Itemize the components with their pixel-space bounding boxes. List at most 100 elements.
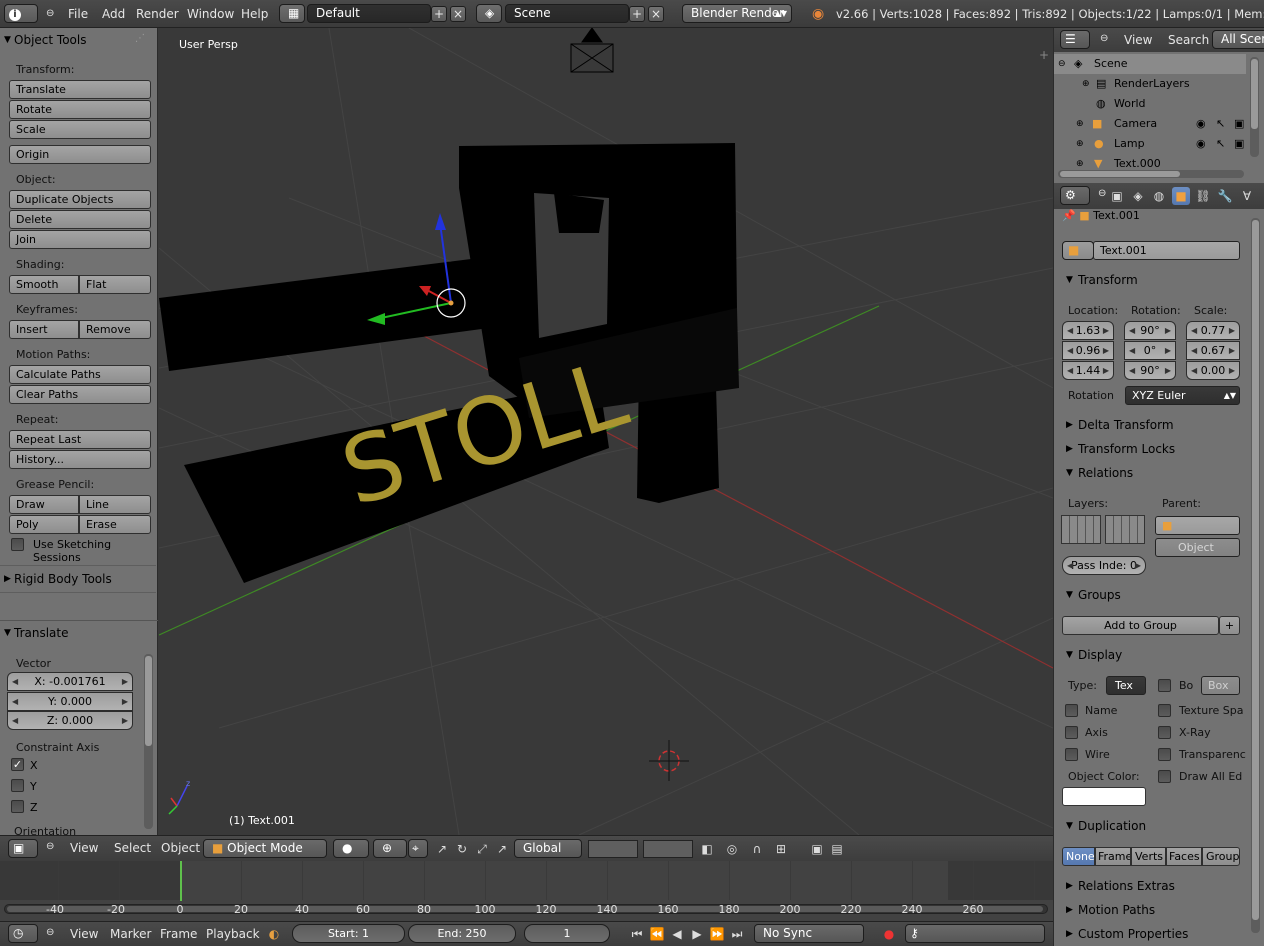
scene-tab-icon[interactable]: ◈ — [1129, 187, 1147, 205]
current-frame-field[interactable]: 1 — [524, 924, 610, 943]
manipulator-extra-icon[interactable]: ↗ — [493, 840, 511, 858]
3d-cursor[interactable] — [649, 740, 689, 781]
dup-none-button[interactable]: None — [1062, 847, 1095, 866]
opengl-animation-icon[interactable]: ▤ — [828, 840, 846, 858]
groups-header[interactable]: ▼ Groups — [1060, 584, 1243, 606]
outliner-row-renderlayers[interactable]: ⊕ ▤ RenderLayers — [1054, 74, 1246, 94]
collapse-menu-icon[interactable]: ⊖ — [1100, 33, 1108, 44]
history-button[interactable]: History... — [9, 450, 151, 469]
delta-transform-header[interactable]: ▶ Delta Transform — [1060, 414, 1243, 436]
remove-keyframe-button[interactable]: Remove — [79, 320, 151, 339]
expand-icon[interactable]: ⊕ — [1082, 74, 1090, 94]
properties-editor-type-button[interactable]: ⚙ — [1060, 186, 1090, 205]
menu-frame[interactable]: Frame — [160, 927, 197, 941]
menu-select[interactable]: Select — [114, 841, 151, 855]
axis-checkbox[interactable] — [1065, 726, 1078, 739]
visibility-eye-icon[interactable]: ◉ — [1196, 134, 1206, 154]
scale-x-field[interactable]: ◀ 0.77 ▶ — [1186, 321, 1240, 340]
selectable-cursor-icon[interactable]: ↖ — [1216, 114, 1225, 134]
delete-button[interactable]: Delete — [9, 210, 151, 229]
selectable-cursor-icon[interactable]: ↖ — [1216, 134, 1225, 154]
object-tab-icon[interactable]: ■ — [1172, 187, 1190, 205]
scale-button[interactable]: Scale — [9, 120, 151, 139]
transparency-checkbox[interactable] — [1158, 748, 1171, 761]
expand-icon[interactable]: ⊕ — [1076, 134, 1084, 154]
layout-name-field[interactable]: Default — [307, 4, 431, 23]
jump-end-icon[interactable]: ⏭ — [728, 925, 746, 943]
translate-button[interactable]: Translate — [9, 80, 151, 99]
menu-view[interactable]: View — [70, 841, 98, 855]
rotation-y-field[interactable]: ◀ 0° ▶ — [1124, 341, 1176, 360]
jump-keyframe-back-icon[interactable]: ⏪ — [648, 925, 666, 943]
add-layout-icon[interactable]: + — [431, 6, 447, 22]
add-group-plus-icon[interactable]: + — [1219, 616, 1240, 635]
collapse-menu-icon[interactable]: ⊖ — [46, 927, 54, 938]
menu-help[interactable]: Help — [241, 7, 268, 21]
outliner-vscrollbar[interactable] — [1250, 57, 1259, 157]
transform-locks-header[interactable]: ▶ Transform Locks — [1060, 438, 1243, 460]
custom-properties-header[interactable]: ▶ Custom Properties — [1060, 923, 1243, 945]
play-icon[interactable]: ▶ — [688, 925, 706, 943]
menu-file[interactable]: File — [68, 7, 88, 21]
texture-space-checkbox[interactable] — [1158, 704, 1171, 717]
renderable-camera-icon[interactable]: ▣ — [1234, 114, 1244, 134]
parent-field[interactable]: ■ — [1155, 516, 1240, 535]
menu-view[interactable]: View — [1124, 33, 1152, 47]
opengl-render-icon[interactable]: ▣ — [808, 840, 826, 858]
scale-y-field[interactable]: ◀ 0.67 ▶ — [1186, 341, 1240, 360]
remove-layout-icon[interactable]: × — [450, 6, 466, 22]
z-arrow-head[interactable] — [435, 213, 446, 230]
modifiers-tab-icon[interactable]: 🔧 — [1216, 187, 1234, 205]
name-checkbox[interactable] — [1065, 704, 1078, 717]
timeline-editor-type-button[interactable]: ◷ — [8, 924, 38, 943]
calculate-paths-button[interactable]: Calculate Paths — [9, 365, 151, 384]
snap-toggle-icon[interactable]: ∩ — [748, 840, 766, 858]
3d-editor-type-button[interactable]: ▣ — [8, 839, 38, 858]
play-reverse-icon[interactable]: ◀ — [668, 925, 686, 943]
rigid-body-tools-header[interactable]: ▶ Rigid Body Tools — [0, 568, 156, 590]
collapse-icon[interactable]: ⊖ — [1058, 54, 1066, 74]
rotate-button[interactable]: Rotate — [9, 100, 151, 119]
outliner-row-world[interactable]: ◍ World — [1054, 94, 1246, 114]
manipulator-toggle[interactable]: ⌖ — [408, 839, 428, 858]
object-color-swatch[interactable] — [1062, 787, 1146, 806]
viewport-shading-dropdown[interactable]: ● — [333, 839, 369, 858]
editor-type-button[interactable]: i — [4, 4, 38, 23]
scale-manipulator-icon[interactable]: ⤢ — [473, 840, 491, 858]
pass-index-field[interactable]: ◀ Pass Inde: 0 ▶ — [1062, 556, 1146, 575]
render-tab-icon[interactable]: ▣ — [1108, 187, 1126, 205]
dup-group-button[interactable]: Group — [1202, 847, 1240, 866]
relations-header[interactable]: ▼ Relations — [1060, 462, 1243, 484]
pivot-point-dropdown[interactable]: ⊕ — [373, 839, 407, 858]
display-mode-dropdown[interactable]: All Scenes — [1212, 30, 1264, 49]
location-x-field[interactable]: ◀ 1.63 ▶ — [1062, 321, 1114, 340]
insert-keyframe-button[interactable]: Insert — [9, 320, 79, 339]
remove-scene-icon[interactable]: × — [648, 6, 664, 22]
lock-layers-icon[interactable]: ◧ — [698, 840, 716, 858]
layers-grid-b[interactable] — [1105, 515, 1145, 544]
join-button[interactable]: Join — [9, 230, 151, 249]
object-browse-button[interactable]: ■ — [1062, 241, 1094, 260]
scene-name-field[interactable]: Scene — [505, 4, 629, 23]
dup-faces-button[interactable]: Faces — [1166, 847, 1202, 866]
transform-panel-header[interactable]: ▼ Transform — [1060, 269, 1243, 291]
location-z-field[interactable]: ◀ 1.44 ▶ — [1062, 361, 1114, 380]
mode-dropdown[interactable]: ■ Object Mode — [203, 839, 327, 858]
current-frame-marker[interactable] — [180, 861, 182, 901]
record-icon[interactable]: ● — [880, 925, 898, 943]
menu-object[interactable]: Object — [161, 841, 200, 855]
sync-mode-dropdown[interactable]: No Sync — [754, 924, 864, 943]
world-tab-icon[interactable]: ◍ — [1150, 187, 1168, 205]
draw-button[interactable]: Draw — [9, 495, 79, 514]
expand-icon[interactable]: ⊕ — [1076, 154, 1084, 171]
menu-window[interactable]: Window — [187, 7, 234, 21]
menu-view[interactable]: View — [70, 927, 98, 941]
keying-set-field[interactable]: ⚷ — [905, 924, 1045, 943]
jump-start-icon[interactable]: ⏮ — [628, 925, 646, 943]
repeat-last-button[interactable]: Repeat Last — [9, 430, 151, 449]
transform-orientation-dropdown[interactable]: Global — [514, 839, 582, 858]
object-name-field[interactable]: Text.001 — [1093, 241, 1240, 260]
outliner-hscrollbar[interactable] — [1058, 170, 1244, 178]
menu-add[interactable]: Add — [102, 7, 125, 21]
collapse-menu-icon[interactable]: ⊖ — [46, 841, 54, 852]
